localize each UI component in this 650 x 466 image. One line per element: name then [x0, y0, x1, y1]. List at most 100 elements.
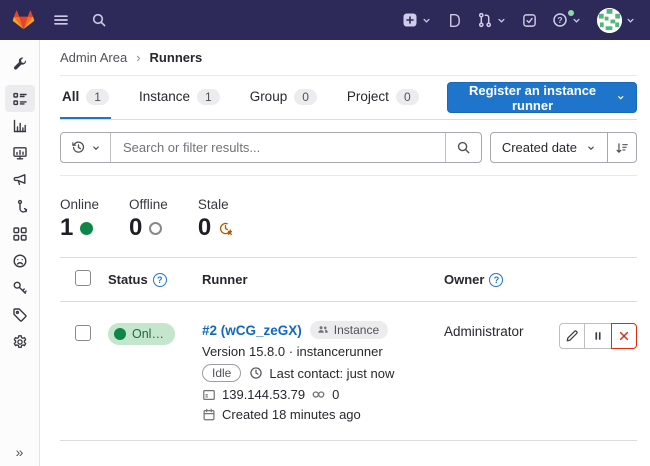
gear-icon: [12, 334, 28, 350]
sort-by-dropdown[interactable]: Created date: [490, 132, 608, 163]
sad-face-icon: [12, 253, 28, 269]
hook-icon: [12, 199, 28, 215]
tab-group[interactable]: Group 0: [248, 76, 319, 119]
runner-type-tabs: All 1 Instance 1 Group 0 Project 0 Regis…: [60, 76, 637, 120]
online-dot-icon: [114, 328, 126, 340]
runner-ip-address: 139.144.53.79: [222, 387, 305, 402]
sidebar-item-admin-area[interactable]: [5, 50, 35, 77]
chevron-down-icon: [91, 143, 101, 153]
search-submit-button[interactable]: [445, 133, 481, 162]
filtered-search-bar: [60, 132, 482, 163]
gitlab-logo[interactable]: [12, 10, 35, 31]
merge-requests-button[interactable]: [477, 12, 507, 28]
label-icon: [12, 307, 28, 323]
sidebar-item-abuse-reports[interactable]: [5, 247, 35, 274]
sidebar-item-applications[interactable]: [5, 220, 35, 247]
stale-clock-icon: [218, 221, 233, 236]
stale-count: 0: [198, 215, 211, 241]
key-icon: [12, 280, 28, 296]
runner-last-contact: Last contact: just now: [269, 366, 394, 381]
runner-actions: [559, 321, 637, 349]
sort-controls: Created date: [490, 132, 637, 163]
select-all-checkbox[interactable]: [75, 270, 91, 286]
runner-owner-link[interactable]: Administrator: [444, 321, 559, 339]
runner-column-header: Runner: [202, 272, 248, 287]
stat-offline: Offline 0: [129, 197, 168, 241]
owner-help-icon[interactable]: ?: [489, 273, 503, 287]
admin-sidebar: »: [0, 40, 40, 466]
sidebar-item-messages[interactable]: [5, 166, 35, 193]
stat-stale: Stale 0: [198, 197, 233, 241]
people-icon: [317, 324, 329, 336]
runner-idle-badge: Idle: [202, 364, 241, 382]
runner-online-badge: Online: [108, 323, 175, 345]
delete-runner-button[interactable]: [611, 323, 637, 349]
calendar-icon: [202, 408, 216, 422]
sort-descending-icon: [615, 141, 629, 155]
edit-runner-button[interactable]: [559, 323, 585, 349]
tab-all-count: 1: [86, 89, 109, 105]
grid-icon: [12, 226, 28, 242]
breadcrumb-admin-area[interactable]: Admin Area: [60, 50, 127, 65]
runners-table-header: Status ? Runner Owner ?: [60, 257, 637, 302]
chevron-down-icon: [496, 15, 507, 26]
offline-count: 0: [129, 215, 142, 241]
register-instance-runner-button[interactable]: Register an instance runner: [447, 82, 637, 113]
chevron-down-icon: [421, 15, 432, 26]
pause-runner-button[interactable]: [585, 323, 611, 349]
hamburger-menu-button[interactable]: [53, 12, 69, 28]
topbar-right-group: ?: [402, 8, 636, 33]
double-chevron-right-icon: »: [16, 444, 24, 460]
sidebar-item-labels[interactable]: [5, 301, 35, 328]
chart-icon: [12, 118, 28, 134]
sidebar-item-system-hooks[interactable]: [5, 193, 35, 220]
sidebar-item-settings[interactable]: [5, 328, 35, 355]
search-button[interactable]: [91, 12, 107, 28]
sidebar-item-overview[interactable]: [5, 85, 35, 112]
runner-version-line: Version 15.8.0 · instancerunner: [202, 344, 383, 359]
runner-created: Created 18 minutes ago: [222, 407, 361, 422]
breadcrumb-runners: Runners: [150, 50, 203, 65]
stat-online: Online 1: [60, 197, 99, 241]
online-status-icon: [80, 222, 93, 235]
link-icon: [311, 387, 326, 402]
runner-summary-cell: #2 (wCG_zeGX) Instance Version 15.8.0 · …: [202, 321, 444, 422]
pencil-icon: [565, 329, 579, 343]
todos-button[interactable]: [522, 13, 537, 28]
tab-all[interactable]: All 1: [60, 76, 111, 119]
user-avatar: [597, 8, 622, 33]
issues-button[interactable]: [447, 13, 462, 28]
runner-status-stats: Online 1 Offline 0 Stale 0: [60, 176, 637, 241]
select-runner-checkbox[interactable]: [75, 325, 91, 341]
new-menu-button[interactable]: [402, 12, 432, 28]
help-button[interactable]: ?: [552, 12, 582, 28]
sidebar-item-analytics[interactable]: [5, 112, 35, 139]
sidebar-item-monitoring[interactable]: [5, 139, 35, 166]
svg-text:?: ?: [557, 15, 562, 25]
user-menu-button[interactable]: [597, 8, 636, 33]
offline-status-icon: [149, 222, 162, 235]
close-icon: [618, 330, 630, 342]
runner-link[interactable]: #2 (wCG_zeGX): [202, 323, 302, 338]
chevron-down-icon: [571, 15, 582, 26]
search-input[interactable]: [111, 133, 445, 162]
tab-project[interactable]: Project 0: [345, 76, 421, 119]
runner-type-badge: Instance: [310, 321, 388, 339]
notification-dot-icon: [568, 10, 574, 16]
monitor-icon: [12, 145, 28, 161]
tab-instance-count: 1: [197, 89, 220, 105]
main-content: Admin Area › Runners All 1 Instance 1 Gr…: [40, 40, 650, 466]
runner-table-row: Online #2 (wCG_zeGX) Instance Version 15…: [60, 302, 637, 441]
search-icon: [456, 140, 471, 155]
list-icon: [12, 91, 28, 107]
sidebar-expand-button[interactable]: »: [0, 444, 39, 460]
status-column-header: Status: [108, 272, 148, 287]
chevron-down-icon: [616, 92, 625, 103]
search-history-dropdown[interactable]: [61, 133, 111, 162]
status-help-icon[interactable]: ?: [153, 273, 167, 287]
tab-instance[interactable]: Instance 1: [137, 76, 222, 119]
chevron-down-icon: [586, 143, 596, 153]
sidebar-item-deploy-keys[interactable]: [5, 274, 35, 301]
sort-direction-button[interactable]: [608, 132, 637, 163]
megaphone-icon: [12, 172, 28, 188]
